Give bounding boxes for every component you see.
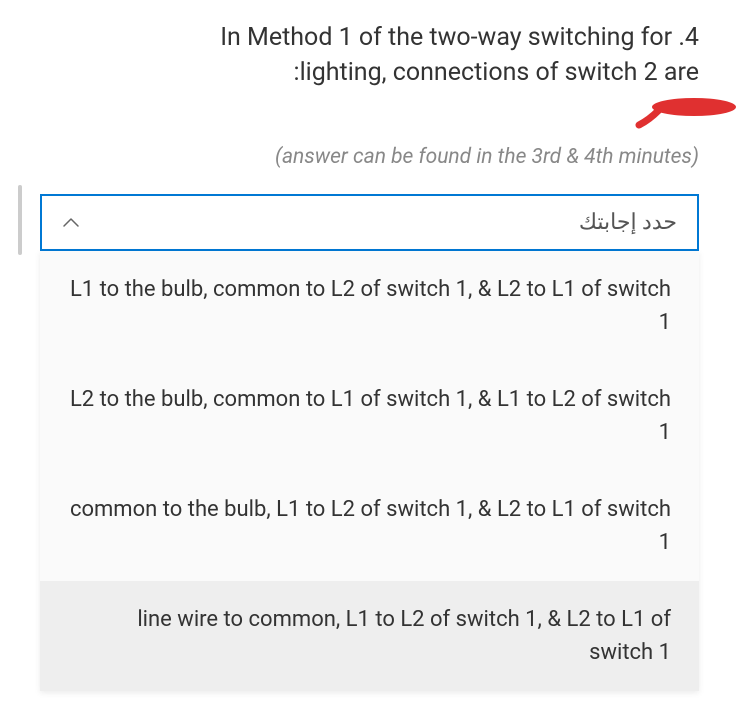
answer-dropdown[interactable]: حدد إجابتك	[40, 194, 699, 251]
annotation-mark	[609, 95, 739, 130]
question-line2: :lighting, connections of switch 2 are	[294, 58, 699, 87]
question-line1: In Method 1 of the two-way switching for	[220, 23, 672, 52]
option-1[interactable]: L1 to the bulb, common to L2 of switch 1…	[40, 251, 699, 361]
side-indicator	[18, 185, 22, 255]
options-list: L1 to the bulb, common to L2 of switch 1…	[40, 251, 699, 691]
option-2[interactable]: L2 to the bulb, common to L1 of switch 1…	[40, 361, 699, 471]
question-container: In Method 1 of the two-way switching for…	[0, 20, 739, 90]
question-text: In Method 1 of the two-way switching for…	[90, 20, 699, 90]
question-hint: (answer can be found in the 3rd & 4th mi…	[0, 145, 739, 169]
dropdown-header[interactable]: حدد إجابتك	[42, 196, 697, 249]
option-4[interactable]: line wire to common, L1 to L2 of switch …	[40, 581, 699, 691]
option-3[interactable]: common to the bulb, L1 to L2 of switch 1…	[40, 471, 699, 581]
chevron-up-icon	[62, 214, 80, 232]
dropdown-placeholder: حدد إجابتك	[579, 210, 677, 235]
question-number: .4	[678, 23, 699, 52]
